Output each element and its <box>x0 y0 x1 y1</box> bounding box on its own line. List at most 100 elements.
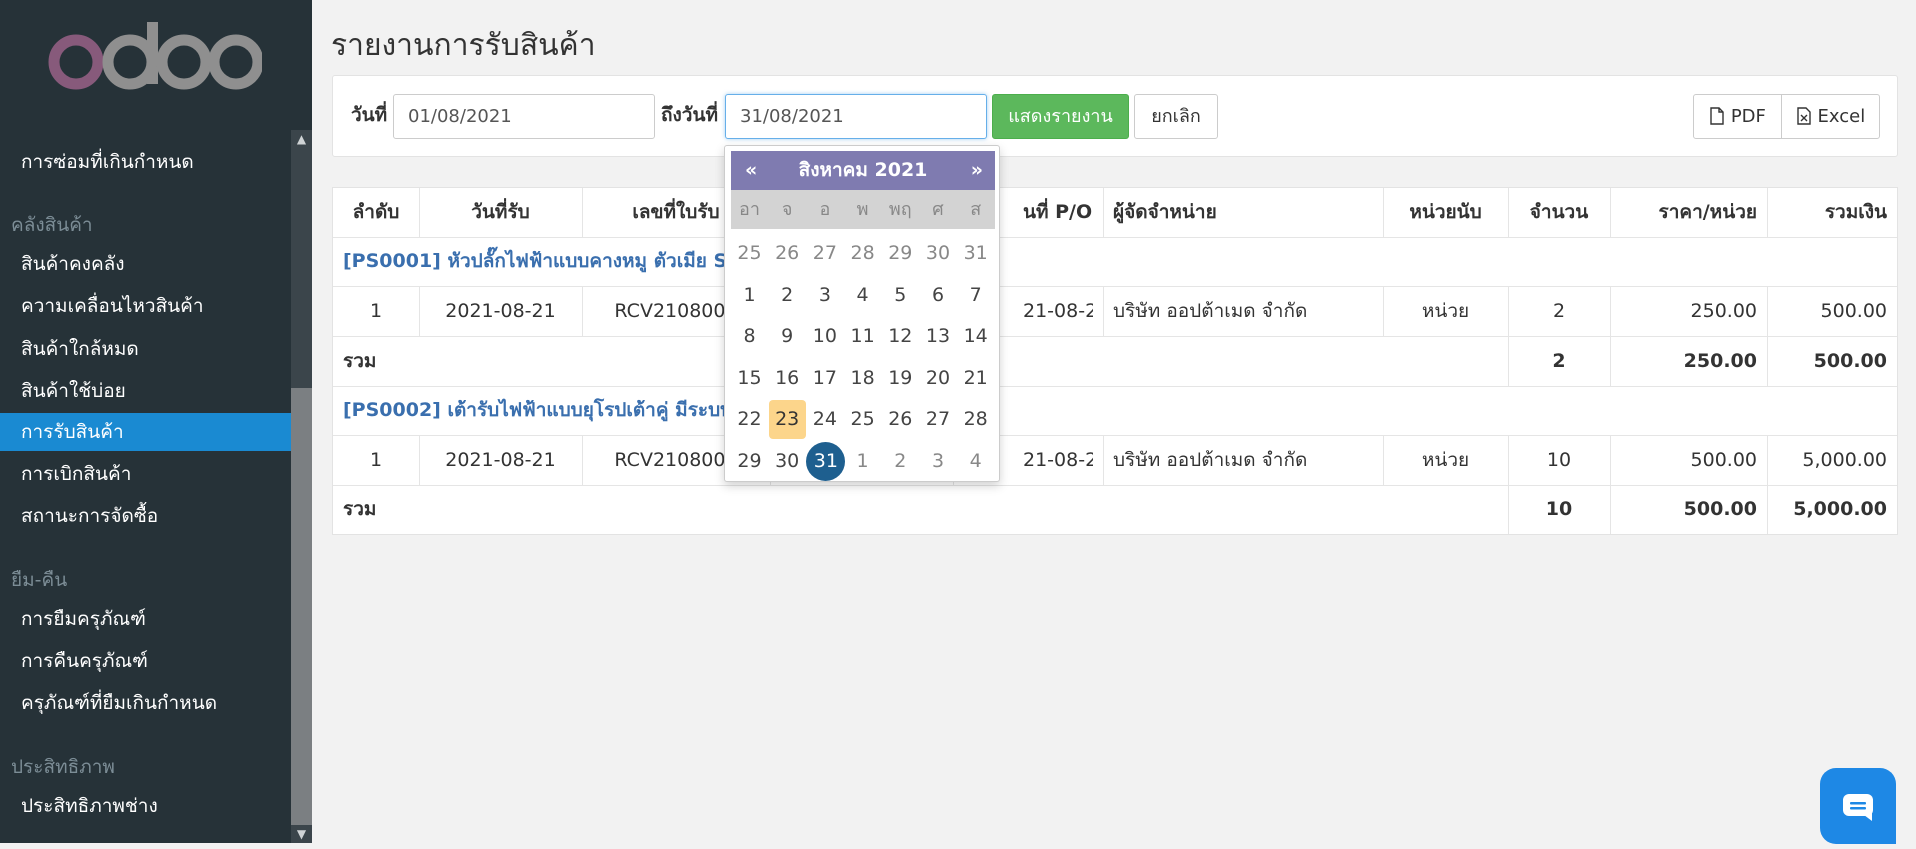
sidebar-item-stock-movement[interactable]: ความเคลื่อนไหวสินค้า <box>0 287 291 325</box>
total-row: รวม 2 250.00 500.00 <box>333 337 1897 387</box>
day-cell[interactable]: 30 <box>769 442 806 481</box>
day-cell[interactable]: 27 <box>806 234 843 273</box>
day-cell[interactable]: 1 <box>731 276 768 315</box>
excel-button[interactable]: Excel <box>1781 94 1880 139</box>
scroll-down-icon[interactable]: ▼ <box>291 825 312 843</box>
column-header: นที่ P/O <box>1023 201 1093 223</box>
table-header-row: ลำดับ วันที่รับ เลขที่ใบรับ นที่ P/O ผู้… <box>333 188 1897 238</box>
table-cell: 21-08-21 <box>1023 449 1093 471</box>
day-cell[interactable]: 21 <box>957 359 994 398</box>
table-cell: 1 <box>369 300 383 322</box>
day-cell[interactable]: 13 <box>920 317 957 356</box>
total-amount: 5,000.00 <box>1793 498 1887 520</box>
sidebar-item-borrow[interactable]: การยืมครุภัณฑ์ <box>0 600 291 638</box>
day-cell[interactable]: 2 <box>769 276 806 315</box>
table-cell: บริษัท ออปต้าเมด จำกัด <box>1113 300 1308 322</box>
sidebar-heading-warehouse: คลังสินค้า <box>11 214 93 236</box>
column-header: รวมเงิน <box>1824 201 1887 223</box>
day-cell[interactable]: 27 <box>920 400 957 439</box>
day-cell[interactable]: 15 <box>731 359 768 398</box>
day-cell[interactable]: 28 <box>844 234 881 273</box>
month-label[interactable]: สิงหาคม 2021 <box>731 151 995 190</box>
weekday-row: อา จ อ พ พฤ ศ ส <box>731 190 995 229</box>
day-cell[interactable]: 25 <box>844 400 881 439</box>
to-date-input[interactable]: 31/08/2021 <box>725 94 987 139</box>
date-picker: « สิงหาคม 2021 » อาจอพพฤศส 25 26 27 28 29 30 3… <box>724 145 1000 482</box>
day-cell[interactable]: 26 <box>882 400 919 439</box>
day-cell[interactable]: 29 <box>882 234 919 273</box>
sidebar-item-stock[interactable]: สินค้าคงคลัง <box>0 245 291 283</box>
table-cell: 2 <box>1552 300 1566 322</box>
from-date-label: วันที่ <box>351 104 388 126</box>
table-cell: บริษัท ออปต้าเมด จำกัด <box>1113 449 1308 471</box>
day-cell[interactable]: 17 <box>806 359 843 398</box>
table-cell: หน่วย <box>1421 300 1470 322</box>
table-cell: 5,000.00 <box>1802 449 1887 471</box>
group-row: [PS0002] เต้ารับไฟฟ้าแบบยุโรปเต้าคู่ มีร… <box>333 386 1897 436</box>
column-header: ลำดับ <box>352 201 400 223</box>
day-cell[interactable]: 16 <box>769 359 806 398</box>
total-price: 500.00 <box>1683 498 1757 520</box>
day-cell[interactable]: 20 <box>920 359 957 398</box>
day-cell[interactable]: 1 <box>844 442 881 481</box>
day-cell[interactable]: 5 <box>882 276 919 315</box>
chat-icon <box>1820 794 1896 849</box>
weekday-label: พ <box>856 199 869 220</box>
day-cell[interactable]: 9 <box>769 317 806 356</box>
report-table: ลำดับ วันที่รับ เลขที่ใบรับ นที่ P/O ผู้… <box>332 187 1898 535</box>
cancel-button[interactable]: ยกเลิก <box>1134 94 1218 139</box>
excel-button-label: Excel <box>1817 106 1866 127</box>
day-cell[interactable]: 22 <box>731 400 768 439</box>
table-row: 1 2021-08-21 RCV2108000 21-08-21 บริษัท … <box>333 287 1897 337</box>
sidebar-item-overdue-borrow[interactable]: ครุภัณฑ์ที่ยืมเกินกำหนด <box>0 684 291 722</box>
day-cell[interactable]: 6 <box>920 276 957 315</box>
day-cell[interactable]: 31 <box>957 234 994 273</box>
day-cell[interactable]: 18 <box>844 359 881 398</box>
next-month-button[interactable]: » <box>971 151 983 190</box>
sidebar-item-return[interactable]: การคืนครุภัณฑ์ <box>0 642 291 680</box>
day-cell[interactable]: 12 <box>882 317 919 356</box>
day-cell[interactable]: 24 <box>806 400 843 439</box>
sidebar-item-overdue-repair[interactable]: การซ่อมที่เกินกำหนด <box>0 143 291 181</box>
table-cell: 10 <box>1546 449 1572 471</box>
sidebar-item-receiving[interactable]: การรับสินค้า <box>0 413 291 451</box>
chat-button[interactable] <box>1820 768 1896 844</box>
table-row: 1 2021-08-21 RCV2108000 21-08-21 บริษัท … <box>333 436 1897 486</box>
day-cell[interactable]: 14 <box>957 317 994 356</box>
day-cell[interactable]: 10 <box>806 317 843 356</box>
day-cell[interactable]: 29 <box>731 442 768 481</box>
sidebar-scrollbar-thumb[interactable] <box>291 388 312 825</box>
from-date-input[interactable]: 01/08/2021 <box>393 94 655 139</box>
table-cell: หน่วย <box>1421 449 1470 471</box>
pdf-button-label: PDF <box>1730 106 1766 127</box>
day-cell[interactable]: 3 <box>806 276 843 315</box>
date-picker-header: « สิงหาคม 2021 » <box>731 151 995 190</box>
day-cell-today[interactable]: 23 <box>768 400 806 439</box>
sidebar-item-low-stock[interactable]: สินค้าใกล้หมด <box>0 330 291 368</box>
day-cell[interactable]: 26 <box>769 234 806 273</box>
day-cell[interactable]: 28 <box>957 400 994 439</box>
pdf-button[interactable]: PDF <box>1693 94 1782 139</box>
table-cell: 500.00 <box>1820 300 1887 322</box>
odoo-logo[interactable] <box>48 22 262 98</box>
day-cell[interactable]: 7 <box>957 276 994 315</box>
day-cell[interactable]: 11 <box>844 317 881 356</box>
day-cell[interactable]: 25 <box>731 234 768 273</box>
day-cell[interactable]: 3 <box>920 442 957 481</box>
day-cell[interactable]: 4 <box>844 276 881 315</box>
table-cell: 2021-08-21 <box>445 300 556 322</box>
sidebar-item-technician-performance[interactable]: ประสิทธิภาพช่าง <box>0 787 291 825</box>
sidebar: ▲ ▼ การซ่อมที่เกินกำหนด คลังสินค้า สินค้… <box>0 0 312 843</box>
day-cell[interactable]: 4 <box>957 442 994 481</box>
scroll-up-icon[interactable]: ▲ <box>291 130 312 148</box>
sidebar-item-issuing[interactable]: การเบิกสินค้า <box>0 455 291 493</box>
sidebar-item-frequent[interactable]: สินค้าใช้บ่อย <box>0 372 291 410</box>
day-cell[interactable]: 19 <box>882 359 919 398</box>
sidebar-heading-borrow-return: ยืม-คืน <box>11 569 68 591</box>
show-report-button[interactable]: แสดงรายงาน <box>992 94 1129 139</box>
sidebar-item-purchase-status[interactable]: สถานะการจัดซื้อ <box>0 497 291 535</box>
day-cell[interactable]: 8 <box>731 317 768 356</box>
day-cell[interactable]: 30 <box>920 234 957 273</box>
day-cell-selected[interactable]: 31 <box>806 441 846 481</box>
day-cell[interactable]: 2 <box>882 442 919 481</box>
